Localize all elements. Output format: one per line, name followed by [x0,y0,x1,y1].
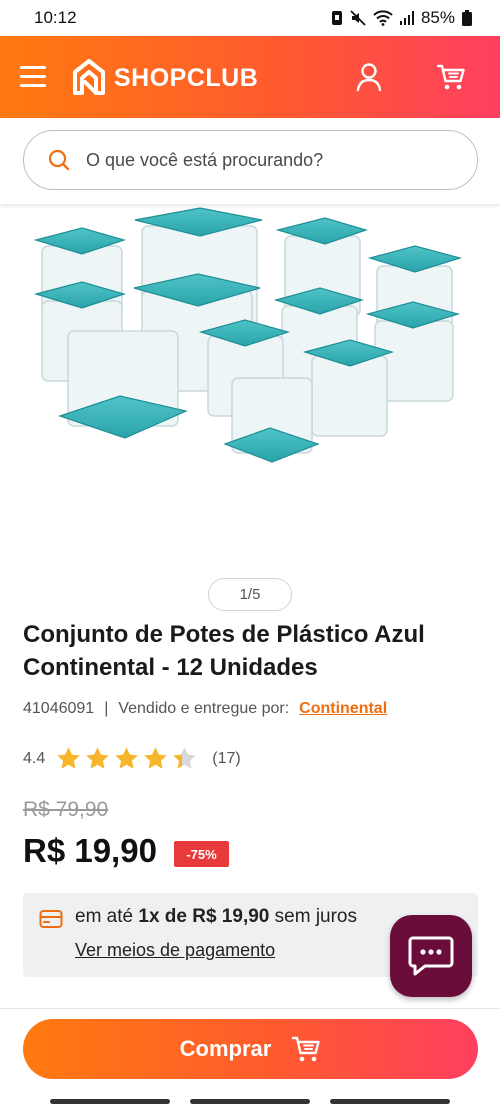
seller-prefix: Vendido e entregue por: [118,700,290,717]
seller-link[interactable]: Continental [299,700,387,718]
gesture-nav-home[interactable] [190,1099,310,1104]
notification-icon [331,11,342,25]
star-icon [57,747,80,769]
mute-icon [350,10,366,26]
installments-plan: 1x de R$ 19,90 [138,906,270,927]
status-icons: 85% [331,8,472,28]
star-icon [173,747,196,769]
wifi-icon [373,10,393,26]
battery-icon [462,10,472,26]
menu-icon [20,66,46,87]
installments-text: em até 1x de R$ 19,90 sem juros [75,906,357,928]
product-rating[interactable]: 4.4 (17) [23,745,241,772]
buy-button[interactable]: Comprar [23,1019,478,1079]
status-bar: 10:12 85% [0,0,500,36]
chat-button[interactable] [390,915,472,997]
seller-line: 41046091 | Vendido e entregue por: Conti… [23,700,387,718]
rating-score: 4.4 [23,749,46,767]
app-header: SHOPCLUB [0,36,500,118]
cart-icon [436,64,465,90]
cart-icon [292,1036,321,1062]
installments-suffix: sem juros [274,906,357,927]
star-icon [144,747,167,769]
gallery-pager[interactable]: 1/5 [208,578,292,611]
product-sku: 41046091 [23,700,95,717]
seller-separator: | [104,700,109,717]
product-image[interactable] [20,206,480,556]
logo[interactable]: SHOPCLUB [72,58,258,98]
account-button[interactable] [355,62,383,92]
search-icon [48,149,70,171]
search-input[interactable] [86,149,446,171]
bottom-action-bar: Comprar [0,1008,500,1111]
status-time: 10:12 [34,8,77,27]
review-count: (17) [212,749,241,767]
search-bar[interactable] [23,130,478,190]
star-icon [115,747,138,769]
search-area [0,118,500,204]
current-price: R$ 19,90 [23,832,157,869]
chat-icon [408,936,454,976]
gesture-nav-right[interactable] [330,1099,450,1104]
buy-label: Comprar [179,1036,272,1061]
user-icon [356,63,382,92]
rating-stars [55,745,198,772]
gesture-nav-left[interactable] [50,1099,170,1104]
installments-prefix: em até [75,906,134,927]
cart-button[interactable] [436,62,466,92]
menu-button[interactable] [20,66,46,88]
product-title: Conjunto de Potes de Plástico Azul Conti… [23,621,425,681]
shopclub-logo-icon [73,59,105,95]
credit-card-icon [39,910,63,928]
brand-name: SHOPCLUB [114,63,259,92]
star-icon [86,747,109,769]
signal-icon [399,11,414,25]
payment-methods-link[interactable]: Ver meios de pagamento [75,940,275,961]
battery-percent: 85% [420,8,455,27]
discount-badge: -75% [174,841,229,867]
old-price: R$ 79,90 [23,798,109,821]
product-photo [33,207,463,463]
